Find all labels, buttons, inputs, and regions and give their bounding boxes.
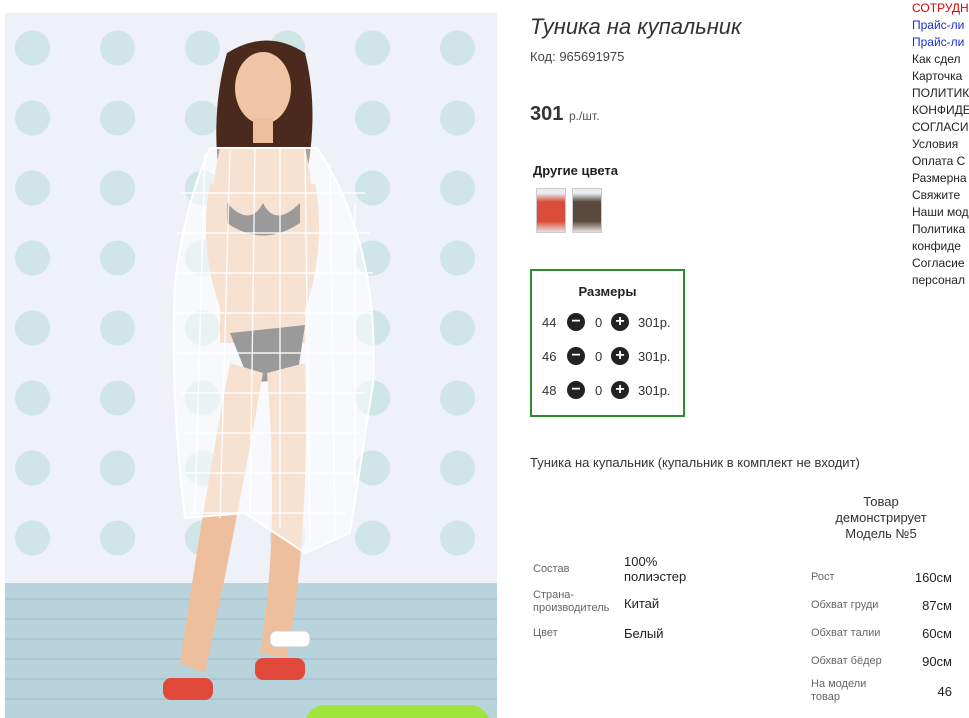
product-code: Код: 965691975	[530, 49, 625, 64]
quantity-value[interactable]: 0	[595, 349, 607, 364]
measurement-value: 90см	[922, 654, 952, 669]
sidebar-link[interactable]: Политика	[912, 221, 969, 238]
spec-value: 100% полиэстер	[624, 554, 687, 584]
model-figure	[163, 40, 375, 700]
other-colors-label: Другие цвета	[533, 163, 618, 178]
sidebar-link[interactable]: Карточка	[912, 68, 969, 85]
measurement-label: Обхват груди	[811, 599, 879, 611]
sidebar-link[interactable]: СОТРУДН	[912, 0, 969, 17]
measurement-label: Обхват талии	[811, 627, 881, 639]
measurement-value: 160см	[914, 570, 952, 585]
sidebar-link[interactable]: персонал	[912, 272, 969, 289]
measurement-label: Рост	[811, 571, 835, 583]
product-description: Туника на купальник (купальник в комплек…	[530, 455, 860, 470]
product-price: 301 р./шт.	[530, 103, 599, 126]
size-price: 301р.	[638, 383, 671, 398]
sidebar-link[interactable]: КОНФИДЕ	[912, 102, 969, 119]
spec-label: Цвет	[533, 627, 558, 639]
increase-quantity-button[interactable]: +	[611, 313, 629, 331]
sidebar-link[interactable]: Прайс-ли	[912, 17, 969, 34]
size-label: 48	[542, 383, 557, 398]
measurement-value: 87см	[922, 598, 952, 613]
sidebar-link[interactable]: Условия	[912, 136, 969, 153]
sidebar-link[interactable]: Свяжите	[912, 187, 969, 204]
quantity-value[interactable]: 0	[595, 315, 607, 330]
price-unit: р./шт.	[568, 109, 600, 123]
add-to-cart-button-partial[interactable]	[305, 705, 490, 718]
sidebar-link[interactable]: Оплата С	[912, 153, 969, 170]
product-title: Туника на купальник	[530, 14, 742, 39]
red-color-thumbnail[interactable]	[536, 188, 566, 233]
dark-color-thumbnail[interactable]	[572, 188, 602, 233]
sidebar-link[interactable]: конфиде	[912, 238, 969, 255]
sizes-header: Размеры	[578, 284, 637, 299]
size-price: 301р.	[638, 349, 671, 364]
increase-quantity-button[interactable]: +	[611, 381, 629, 399]
size-price: 301р.	[638, 315, 671, 330]
spec-value: Китай	[624, 596, 660, 611]
sidebar-link[interactable]: ПОЛИТИК	[912, 85, 969, 102]
spec-label: Страна-производитель	[533, 589, 610, 614]
spec-value: Белый	[624, 626, 664, 641]
sidebar-link[interactable]: Наши мод	[912, 204, 969, 221]
quantity-value[interactable]: 0	[595, 383, 607, 398]
increase-quantity-button[interactable]: +	[611, 347, 629, 365]
sidebar-link[interactable]: Размерна	[912, 170, 969, 187]
decrease-quantity-button[interactable]: −	[567, 313, 585, 331]
sidebar-link[interactable]: Прайс-ли	[912, 34, 969, 51]
size-label: 46	[542, 349, 557, 364]
sidebar-links: СОТРУДН Прайс-ли Прайс-ли Как сдел Карто…	[912, 0, 969, 289]
measurement-value: 46	[937, 684, 952, 699]
size-label: 44	[542, 315, 557, 330]
measurement-label: На модели товар	[811, 678, 867, 703]
sidebar-link[interactable]: СОГЛАСИ	[912, 119, 969, 136]
decrease-quantity-button[interactable]: −	[567, 381, 585, 399]
product-photo[interactable]	[5, 13, 497, 718]
sidebar-link[interactable]: Как сдел	[912, 51, 969, 68]
decrease-quantity-button[interactable]: −	[567, 347, 585, 365]
model-title: Товар демонстрирует Модель №5	[835, 494, 927, 541]
price-value: 301	[530, 103, 564, 125]
spec-label: Состав	[533, 563, 570, 575]
sidebar-link[interactable]: Согласие	[912, 255, 969, 272]
sizes-box: Размеры 44 − 0 + 301р. 46 − 0 + 301р. 48…	[530, 269, 685, 417]
measurement-value: 60см	[922, 626, 952, 641]
measurement-label: Обхват бёдер	[811, 655, 882, 667]
